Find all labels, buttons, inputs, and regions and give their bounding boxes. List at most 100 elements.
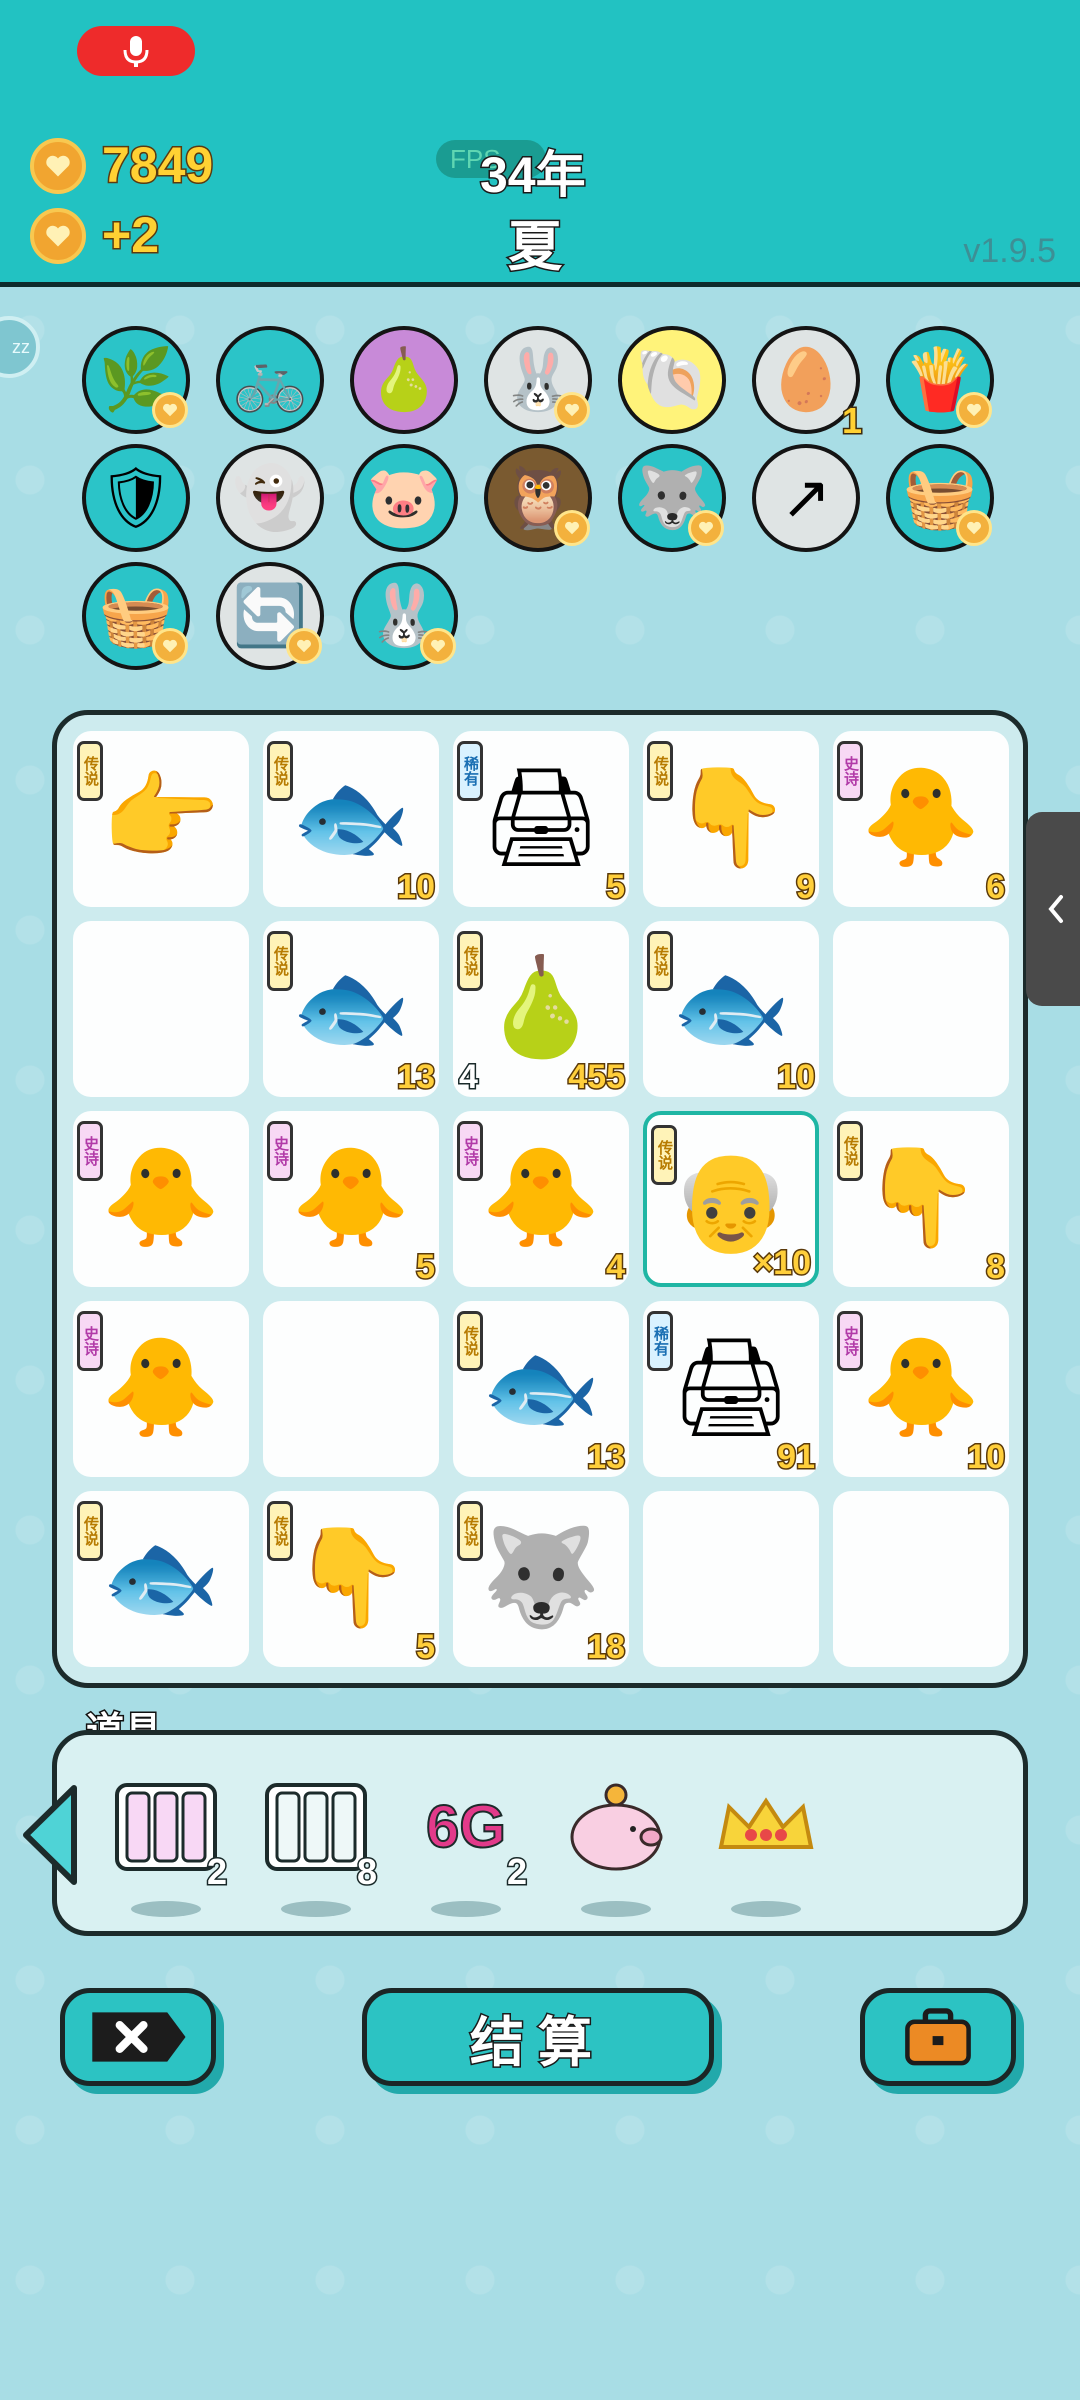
board-cell[interactable]: 史诗 🐥 5 [263,1111,439,1288]
board-cell[interactable]: 史诗 🐥 [73,1111,249,1287]
board-cell[interactable]: 传说 🐟 [73,1491,249,1667]
piggy-bank-icon [561,1777,671,1882]
prop-shadow [731,1901,801,1917]
board-cell[interactable]: 传说 👇 9 [643,731,819,908]
income-value: +2 [100,206,160,265]
pack-icon [111,1777,221,1882]
owned-item[interactable]: 🛡 [82,444,190,552]
briefcase-icon [905,2008,971,2066]
heart-badge-icon [956,510,992,546]
board-item-value: 18 [586,1627,627,1668]
owned-item[interactable]: 🚲 [216,326,324,434]
owned-item[interactable]: 🐷 [350,444,458,552]
board-cell[interactable]: 史诗 🐥 10 [833,1301,1009,1478]
board-item-value: 5 [415,1247,437,1288]
prop-shadow [131,1901,201,1917]
board-item-icon: 🐥 [861,1334,981,1441]
piggy-bank-prop[interactable] [561,1777,671,1917]
empty-pack-prop[interactable]: 8 [261,1777,379,1917]
board-item-icon: 🖨 [480,764,602,871]
board-item-icon: 🖨 [670,1334,792,1441]
board-item-icon: 🐥 [101,1334,221,1441]
owned-item[interactable]: 🍟 [886,326,994,434]
board-item-icon: 👉 [101,764,221,871]
epic-pack-prop[interactable]: 2 [111,1777,229,1917]
owned-item-icon: 🐚 [634,346,710,413]
board-cell[interactable]: 传说 🐟 13 [263,921,439,1098]
owned-item[interactable]: 🧺 [886,444,994,552]
owned-item[interactable]: 🐺 [618,444,726,552]
props-prev-arrow[interactable] [16,1780,86,1890]
top-bar: 7849 +2 FPS 34年 夏 v1.9.5 [0,0,1080,287]
owned-item[interactable]: 🐚 [618,326,726,434]
prop-shadow [431,1901,501,1917]
sixg-icon: 6G [425,1792,507,1861]
board-cell-empty[interactable] [833,1491,1009,1667]
6g-item-prop[interactable]: 6G 2 [411,1777,529,1917]
heart-badge-icon [688,510,724,546]
heart-badge-icon [420,628,456,664]
board-item-value: 13 [586,1437,627,1478]
owned-item[interactable]: 🐰 [350,562,458,670]
board-item-value: 10 [396,867,437,908]
board-item-icon: 👇 [861,1144,981,1251]
owned-item[interactable]: 🌿 [82,326,190,434]
board-cell-empty[interactable] [833,921,1009,1097]
close-icon [92,2012,186,2062]
coin-count: 7849 [100,136,214,195]
board-cell[interactable]: 传说 🐟 13 [453,1301,629,1478]
board-item-icon: 🐥 [861,764,981,871]
board-cell[interactable]: 稀有 🖨 5 [453,731,629,908]
year-label: 34年 [479,146,588,205]
side-drawer-toggle[interactable] [1026,812,1080,1006]
owned-item[interactable]: 👻 [216,444,324,552]
board-cell-empty[interactable] [643,1491,819,1667]
settle-button[interactable]: 结算 [362,1988,714,2086]
board-cell-empty[interactable] [263,1301,439,1477]
prop-count: 2 [505,1850,528,1894]
owned-item[interactable]: 🥚 1 [752,326,864,443]
board-cell[interactable]: 史诗 🐥 6 [833,731,1009,908]
board-cell[interactable]: 稀有 🖨 91 [643,1301,819,1478]
board-cell[interactable]: 传说 👇 5 [263,1491,439,1668]
owned-item-icon: 🐷 [366,464,442,531]
board-cell[interactable]: 传说 👴 ×10 [643,1111,819,1287]
owned-item-icon: 🛡 [97,464,175,531]
owned-item[interactable]: 🐰 [484,326,592,434]
prop-shadow [281,1901,351,1917]
props-panel: 2 8 6G 2 [52,1730,1028,1936]
board-item-value: 5 [605,867,627,908]
board-cell[interactable]: 史诗 🐥 [73,1301,249,1477]
owned-item[interactable]: ↗ [752,444,860,552]
board-cell[interactable]: 传说 👇 8 [833,1111,1009,1288]
sleep-button[interactable]: zz [0,316,40,378]
owned-item[interactable]: 🍐 [350,326,458,434]
heart-badge-icon [554,510,590,546]
board-item-icon: 🐥 [291,1144,411,1251]
board-cell[interactable]: 传说 🍐 455 4 [453,921,629,1098]
crown-prop[interactable] [711,1777,821,1917]
close-button[interactable] [60,1988,216,2086]
chevron-left-icon [1048,895,1063,923]
heart-badge-icon [554,392,590,428]
record-button[interactable] [77,26,195,76]
owned-item-count: 1 [840,399,863,443]
prop-count: 8 [355,1850,378,1894]
board-cell[interactable]: 传说 🐺 18 [453,1491,629,1668]
board-item-icon: 🐥 [101,1144,221,1251]
board-item-icon: 🐟 [481,1334,601,1441]
owned-item[interactable]: 🔄 [216,562,324,670]
board-cell[interactable]: 史诗 🐥 4 [453,1111,629,1288]
board-cell[interactable]: 传说 🐟 10 [643,921,819,1098]
owned-item[interactable]: 🦉 [484,444,592,552]
board-cell-empty[interactable] [73,921,249,1097]
board-item-icon: 🐟 [101,1524,221,1631]
board-cell[interactable]: 传说 👉 [73,731,249,907]
heart-badge-icon [152,392,188,428]
board-cell[interactable]: 传说 🐟 10 [263,731,439,908]
board-item-value: 10 [966,1437,1007,1478]
bag-button[interactable] [860,1988,1016,2086]
heart-badge-icon [956,392,992,428]
heart-badge-icon [286,628,322,664]
owned-item[interactable]: 🧺 [82,562,190,670]
